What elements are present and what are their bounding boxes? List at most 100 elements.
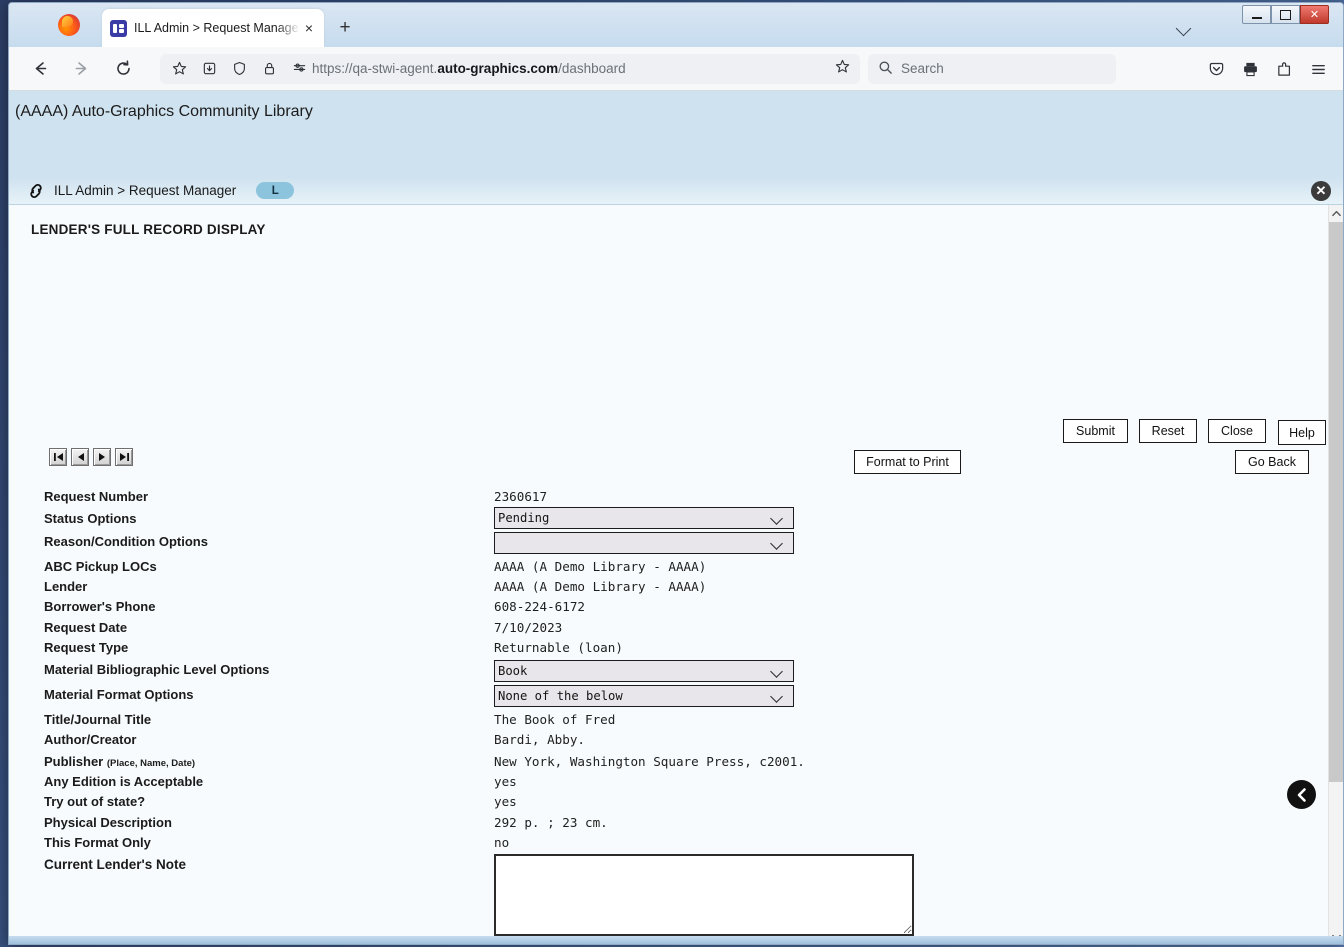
print-icon[interactable]	[1235, 54, 1265, 84]
value-request-type: Returnable (loan)	[494, 640, 623, 655]
url-domain: auto-graphics.com	[437, 61, 559, 76]
material-bib-level-select-wrapper: Book	[494, 660, 794, 682]
page-viewport: (AAAA) Auto-Graphics Community Library A…	[9, 91, 1343, 944]
url-prefix: https://qa-stwi-agent.	[312, 61, 438, 76]
submit-button[interactable]: Submit	[1063, 419, 1128, 443]
collapse-panel-back-icon[interactable]	[1287, 780, 1316, 809]
value-request-number: 2360617	[494, 489, 548, 504]
browser-tab[interactable]: ILL Admin > Request Manager ×	[102, 9, 324, 47]
window-minimize-button[interactable]	[1242, 5, 1271, 24]
label-publisher: Publisher (Place, Name, Date)	[44, 754, 195, 769]
label-status-options: Status Options	[44, 511, 137, 526]
label-author-creator: Author/Creator	[44, 732, 137, 747]
tab-list-chevron-down-icon[interactable]	[1174, 21, 1196, 37]
hamburger-menu-icon[interactable]	[1303, 54, 1333, 84]
search-icon	[878, 60, 893, 78]
link-chain-icon	[27, 183, 45, 199]
material-format-select-wrapper: None of the below	[494, 685, 794, 707]
back-icon[interactable]	[25, 54, 55, 84]
breadcrumb-text[interactable]: ILL Admin > Request Manager	[54, 183, 236, 198]
url-bar-icon-group	[166, 54, 312, 84]
label-request-date: Request Date	[44, 620, 128, 635]
label-material-format: Material Format Options	[44, 687, 194, 702]
new-tab-button[interactable]: +	[334, 18, 356, 40]
window-maximize-button[interactable]	[1271, 5, 1300, 24]
library-name: (AAAA) Auto-Graphics Community Library	[15, 103, 313, 120]
page-scrollbar[interactable]	[1328, 205, 1343, 944]
value-borrowers-phone: 608-224-6172	[494, 599, 585, 614]
reset-button[interactable]: Reset	[1139, 419, 1197, 443]
label-try-out-of-state: Try out of state?	[44, 794, 146, 809]
value-request-date: 7/10/2023	[494, 620, 563, 635]
forward-icon[interactable]	[66, 54, 96, 84]
pocket-icon[interactable]	[1201, 54, 1231, 84]
status-options-select-wrapper: Pending	[494, 507, 794, 529]
url-bookmark-star-icon[interactable]	[835, 59, 850, 78]
value-physical-description: 292 p. ; 23 cm.	[494, 815, 608, 830]
browser-tab-strip: ILL Admin > Request Manager × + ✕	[9, 3, 1343, 47]
go-back-button[interactable]: Go Back	[1235, 450, 1309, 474]
label-publisher-main: Publisher	[44, 754, 104, 769]
value-try-out-of-state: yes	[494, 794, 517, 809]
value-abc-pickup-locs: AAAA (A Demo Library - AAAA)	[494, 559, 707, 574]
reload-icon[interactable]	[108, 54, 138, 84]
bookmark-star-icon[interactable]	[166, 56, 192, 82]
value-publisher: New York, Washington Square Press, c2001…	[494, 754, 805, 769]
label-lender: Lender	[44, 579, 88, 594]
browser-toolbar-right	[1201, 47, 1333, 91]
browser-window: ILL Admin > Request Manager × + ✕ https:…	[8, 2, 1344, 945]
material-format-options-select[interactable]: None of the below	[494, 685, 794, 707]
close-icon[interactable]: ✕	[1311, 181, 1331, 201]
scroll-up-arrow-icon[interactable]	[1329, 205, 1343, 222]
browser-search-placeholder: Search	[901, 61, 944, 76]
tab-title: ILL Admin > Request Manager	[134, 21, 300, 35]
label-borrowers-phone: Borrower's Phone	[44, 599, 156, 614]
value-any-edition: yes	[494, 774, 517, 789]
label-request-number: Request Number	[44, 489, 149, 504]
app-header: (AAAA) Auto-Graphics Community Library A…	[9, 91, 1343, 255]
format-to-print-button[interactable]: Format to Print	[854, 450, 961, 474]
url-path: /dashboard	[558, 61, 626, 76]
lender-badge[interactable]: L	[256, 182, 295, 199]
window-bottom-edge	[9, 936, 1343, 944]
browser-navigation-bar: https://qa-stwi-agent.auto-graphics.com/…	[9, 47, 1343, 91]
permissions-icon[interactable]	[286, 56, 312, 82]
tab-favicon-icon	[110, 19, 127, 37]
browser-search-bar[interactable]: Search	[868, 53, 1116, 84]
first-record-button[interactable]	[49, 448, 67, 466]
value-this-format-only: no	[494, 835, 510, 850]
last-record-button[interactable]	[115, 448, 133, 466]
page-title: LENDER'S FULL RECORD DISPLAY	[31, 222, 266, 237]
url-bar[interactable]: https://qa-stwi-agent.auto-graphics.com/…	[160, 53, 860, 84]
label-request-type: Request Type	[44, 640, 129, 655]
label-any-edition: Any Edition is Acceptable	[44, 774, 204, 789]
label-reason-condition-options: Reason/Condition Options	[44, 534, 208, 549]
shield-icon[interactable]	[226, 56, 252, 82]
firefox-logo-icon	[58, 14, 80, 36]
label-this-format-only: This Format Only	[44, 835, 151, 850]
tab-close-icon[interactable]: ×	[300, 19, 318, 37]
scrollbar-thumb[interactable]	[1329, 222, 1343, 782]
extensions-icon[interactable]	[1269, 54, 1299, 84]
material-bib-level-select[interactable]: Book	[494, 660, 794, 682]
previous-record-button[interactable]	[71, 448, 89, 466]
save-to-pocket-icon[interactable]	[196, 56, 222, 82]
reason-condition-select-wrapper	[494, 532, 794, 554]
close-button[interactable]: Close	[1208, 419, 1266, 443]
label-physical-description: Physical Description	[44, 815, 172, 830]
label-current-lenders-note: Current Lender's Note	[44, 857, 186, 872]
record-content-panel: LENDER'S FULL RECORD DISPLAY Submit Rese…	[9, 205, 1343, 944]
reason-condition-options-select[interactable]	[494, 532, 794, 554]
label-publisher-sub: (Place, Name, Date)	[106, 758, 196, 769]
lock-icon[interactable]	[256, 56, 282, 82]
value-lender: AAAA (A Demo Library - AAAA)	[494, 579, 707, 594]
label-abc-pickup-locs: ABC Pickup LOCs	[44, 559, 157, 574]
value-author-creator: Bardi, Abby.	[494, 732, 585, 747]
current-lenders-note-textarea[interactable]	[494, 854, 914, 936]
status-options-select[interactable]: Pending	[494, 507, 794, 529]
help-button[interactable]: Help	[1278, 420, 1326, 445]
next-record-button[interactable]	[93, 448, 111, 466]
label-title-journal-title: Title/Journal Title	[44, 712, 152, 727]
record-navigation-buttons	[49, 448, 133, 466]
window-close-button[interactable]: ✕	[1300, 5, 1329, 24]
